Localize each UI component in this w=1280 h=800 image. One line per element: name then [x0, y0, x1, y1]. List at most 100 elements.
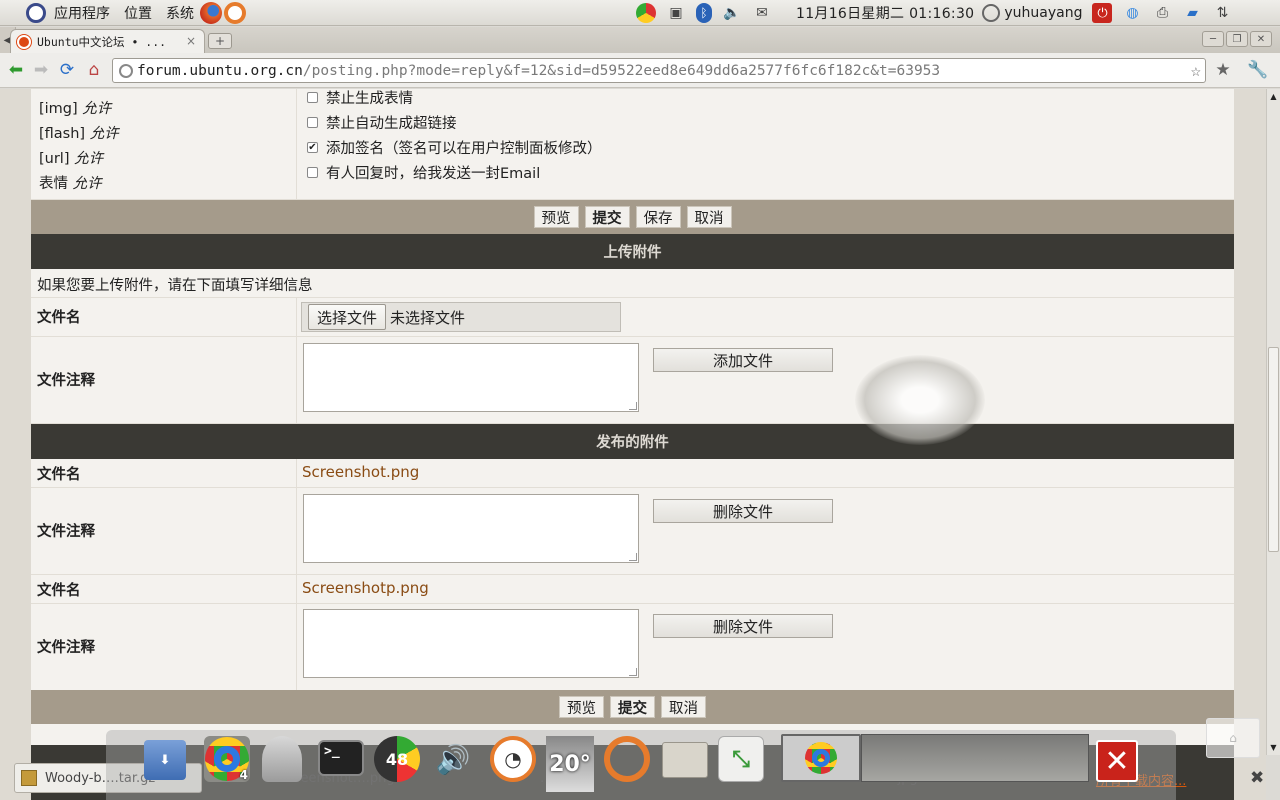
upload-comment-textarea[interactable] — [303, 343, 639, 412]
preview-button[interactable]: 预览 — [559, 696, 604, 718]
delete-file-button[interactable]: 删除文件 — [653, 499, 833, 523]
upload-filename-row: 文件名 选择文件 未选择文件 — [31, 298, 1234, 337]
ubuntu-dock-icon[interactable] — [604, 736, 650, 782]
option-disable-smilies[interactable]: 禁止生成表情 — [307, 89, 413, 108]
comment-label-cell: 文件注释 — [31, 488, 297, 574]
bbcode-state: 允许 — [72, 176, 102, 192]
feedback-widget-icon[interactable]: ⌂ — [1206, 718, 1260, 758]
chrome-tray-icon[interactable] — [636, 3, 656, 23]
weather-dock-icon[interactable]: 20° — [546, 736, 594, 792]
window-preview-strip[interactable] — [861, 734, 1089, 782]
upload-section-header: 上传附件 — [31, 234, 1234, 269]
system-monitor-dock-icon[interactable]: 48 — [374, 736, 420, 782]
new-tab-button[interactable]: + — [208, 33, 232, 49]
delete-file-button[interactable]: 删除文件 — [653, 614, 833, 638]
network-transfer-icon[interactable]: ⇅ — [1212, 3, 1232, 23]
bbcode-tag: [url] — [39, 151, 70, 167]
comment-label: 文件注释 — [37, 640, 95, 656]
forward-arrow-icon[interactable]: ➡ — [31, 60, 51, 80]
scroll-down-arrow-icon[interactable]: ▼ — [1267, 740, 1280, 754]
window-controls: ─ ❐ ✕ — [1200, 31, 1272, 47]
checkbox-disable-smilies[interactable] — [307, 92, 318, 103]
mail-icon[interactable]: ✉ — [752, 3, 772, 23]
close-window-button[interactable]: ✕ — [1250, 31, 1272, 47]
save-draft-button[interactable]: 保存 — [635, 206, 681, 228]
submit-button[interactable]: 提交 — [610, 696, 655, 718]
comment-label: 文件注释 — [37, 373, 95, 389]
volume-dock-icon[interactable]: 🔊 — [430, 736, 476, 782]
page-info-icon[interactable] — [119, 64, 133, 78]
volume-icon[interactable]: 🔈 — [722, 3, 742, 23]
maximize-button[interactable]: ❐ — [1226, 31, 1248, 47]
scrollbar-thumb[interactable] — [1268, 347, 1279, 552]
wrench-menu-icon[interactable]: 🔧 — [1247, 60, 1268, 80]
bookmark-star-icon[interactable]: ☆ — [1191, 61, 1201, 81]
address-bar[interactable]: forum.ubuntu.org.cn/posting.php?mode=rep… — [112, 58, 1206, 83]
bbcode-state: 允许 — [89, 126, 119, 142]
attachment-comment-textarea[interactable] — [303, 609, 639, 678]
menu-system[interactable]: 系统 — [166, 3, 194, 23]
page-action-star-icon[interactable]: ★ — [1213, 60, 1233, 80]
tab-ubuntu-forum[interactable]: Ubuntu中文论坛 • ... × — [10, 29, 205, 53]
choose-file-button[interactable]: 选择文件 — [308, 304, 387, 330]
cancel-button[interactable]: 取消 — [686, 206, 732, 228]
printer-icon[interactable]: ⎙ — [1152, 3, 1172, 23]
minimize-button[interactable]: ─ — [1202, 31, 1224, 47]
clock-dock-icon[interactable]: ◔ — [490, 736, 536, 782]
panel-clock[interactable]: 11月16日星期二 01:16:30 — [796, 3, 974, 23]
attachment-link[interactable]: Screenshot.png — [302, 463, 419, 481]
terminal-dock-icon[interactable]: >_ — [318, 740, 364, 776]
disk-tray-icon[interactable]: ▣ — [666, 3, 686, 23]
posted-attachments-header: 发布的附件 — [31, 424, 1234, 459]
filename-label: 文件名 — [37, 467, 81, 483]
comment-label: 文件注释 — [37, 524, 95, 540]
reload-icon[interactable]: ⟳ — [57, 60, 77, 80]
close-downloads-icon[interactable]: ✖ — [1250, 768, 1264, 788]
firefox-launcher-icon[interactable] — [200, 1, 222, 24]
option-disable-magic-url[interactable]: 禁止自动生成超链接 — [307, 112, 457, 133]
file-picker[interactable]: 选择文件 未选择文件 — [301, 302, 621, 332]
option-attach-signature[interactable]: ✔ 添加签名（签名可以在用户控制面板修改） — [307, 137, 602, 158]
tab-strip: ◀ Ubuntu中文论坛 • ... × + ─ ❐ ✕ — [0, 27, 1280, 53]
preview-button[interactable]: 预览 — [533, 206, 579, 228]
user-menu[interactable]: yuhuayang — [982, 4, 1082, 22]
power-icon[interactable]: ⏻ — [1092, 3, 1113, 23]
disk-dock-icon[interactable] — [262, 736, 302, 782]
attachment-filename-row: 文件名 Screenshot.png — [31, 459, 1234, 488]
panel-left: 应用程序 位置 系统 — [0, 1, 246, 24]
chrome-logo-icon — [805, 742, 837, 774]
back-arrow-icon[interactable]: ⬅ — [6, 60, 26, 80]
menu-applications[interactable]: 应用程序 — [54, 3, 110, 23]
add-file-button[interactable]: 添加文件 — [653, 348, 833, 372]
bbcode-url-status: [url] 允许 — [39, 147, 103, 168]
vertical-scrollbar[interactable]: ▲ ▼ — [1266, 89, 1280, 755]
save-dock-icon[interactable]: ⬇ — [144, 740, 186, 780]
chrome-window-thumbnail[interactable] — [781, 734, 861, 782]
checkbox-disable-magic-url[interactable] — [307, 117, 318, 128]
bluetooth-icon[interactable]: ᛒ — [696, 3, 712, 23]
checkbox-attach-signature[interactable]: ✔ — [307, 142, 318, 153]
cancel-button[interactable]: 取消 — [661, 696, 706, 718]
option-label: 添加签名（签名可以在用户控制面板修改） — [326, 141, 602, 157]
option-notify-email[interactable]: 有人回复时，给我发送一封Email — [307, 162, 540, 183]
upload-comment-row: 文件注释 添加文件 — [31, 337, 1234, 424]
network-icon[interactable]: ◍ — [1122, 3, 1142, 23]
attachment-comment-textarea[interactable] — [303, 494, 639, 563]
no-file-chosen-text: 未选择文件 — [390, 308, 466, 327]
home-icon[interactable]: ⌂ — [84, 60, 104, 80]
tab-close-icon[interactable]: × — [186, 34, 196, 48]
submit-button[interactable]: 提交 — [584, 206, 630, 228]
chrome-dock-icon[interactable]: 4 — [204, 736, 250, 782]
url-host: forum.ubuntu.org.cn — [137, 62, 303, 79]
filename-label: 文件名 — [37, 310, 81, 326]
folder-dock-icon[interactable] — [662, 742, 708, 778]
close-dock-icon[interactable]: ✕ — [1096, 740, 1138, 782]
help-launcher-icon[interactable] — [224, 1, 246, 24]
expose-dock-icon[interactable]: ⤡ — [718, 736, 764, 782]
ubuntu-logo-icon[interactable] — [26, 2, 46, 23]
scroll-up-arrow-icon[interactable]: ▲ — [1267, 89, 1280, 103]
image-viewer-icon[interactable]: ▰ — [1182, 3, 1202, 23]
attachment-link[interactable]: Screenshotp.png — [302, 579, 429, 597]
checkbox-notify-email[interactable] — [307, 167, 318, 178]
menu-places[interactable]: 位置 — [124, 3, 152, 23]
